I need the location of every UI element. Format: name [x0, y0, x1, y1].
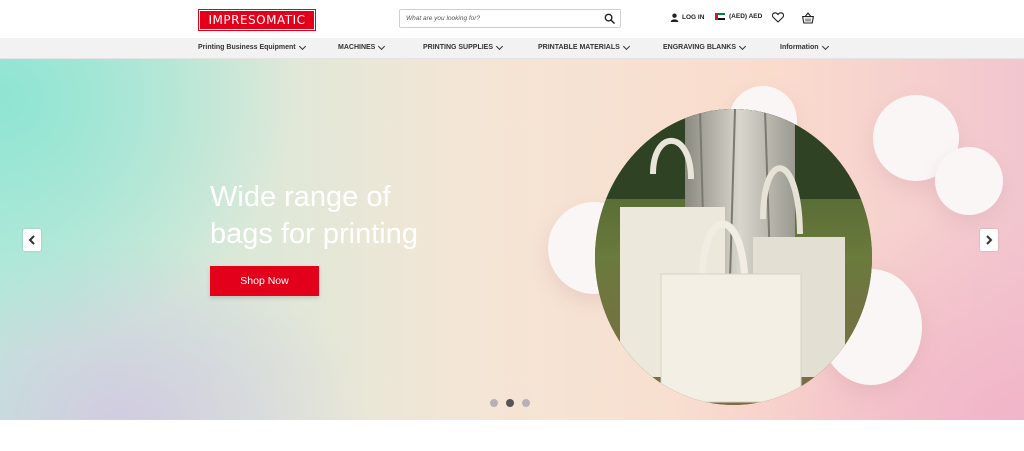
chevron-right-icon	[986, 235, 993, 245]
login-link[interactable]: LOG IN	[670, 13, 704, 22]
search-icon[interactable]	[604, 13, 615, 24]
user-icon	[670, 13, 679, 22]
site-header: IMPRESOMATIC LOG IN (AED) AED	[0, 0, 1024, 38]
chevron-down-icon	[298, 42, 306, 50]
impresomatic-logo[interactable]: IMPRESOMATIC	[199, 10, 315, 30]
slider-next-button[interactable]	[980, 229, 998, 251]
slider-dot[interactable]	[490, 399, 498, 407]
slider-dot[interactable]	[506, 399, 514, 407]
chevron-down-icon	[622, 42, 630, 50]
chevron-down-icon	[738, 42, 747, 50]
hero-title-line2: bags for printing	[210, 218, 418, 250]
main-nav: Printing Business Equipment MACHINES PRI…	[0, 38, 1024, 59]
nav-label: MACHINES	[338, 44, 376, 51]
chevron-down-icon	[378, 42, 386, 50]
shop-now-button[interactable]: Shop Now	[210, 266, 319, 296]
hero-slider: Wide range of bags for printing Shop Now	[0, 59, 1024, 420]
uae-flag-icon	[715, 13, 725, 20]
nav-label: Information	[780, 44, 819, 51]
currency-selector[interactable]: (AED) AED	[715, 13, 762, 20]
slider-dot[interactable]	[522, 399, 530, 407]
slider-prev-button[interactable]	[23, 229, 41, 251]
chevron-down-icon	[821, 42, 829, 50]
nav-label: PRINTING SUPPLIES	[423, 44, 494, 51]
nav-item-printing-supplies[interactable]: PRINTING SUPPLIES	[423, 42, 504, 51]
hero-title: Wide range of bags for printing	[210, 179, 510, 253]
nav-label: Printing Business Equipment	[198, 44, 296, 51]
chevron-left-icon	[28, 235, 35, 245]
currency-label: (AED) AED	[729, 13, 763, 20]
decor-bubble	[935, 147, 1003, 215]
nav-label: ENGRAVING BLANKS	[663, 44, 736, 51]
chevron-down-icon	[495, 42, 504, 50]
hero-title-line1: Wide range of	[210, 181, 391, 213]
nav-item-information[interactable]: Information	[780, 42, 829, 51]
heart-icon[interactable]	[772, 12, 784, 23]
search-box	[399, 9, 621, 28]
nav-item-engraving-blanks[interactable]: ENGRAVING BLANKS	[663, 42, 747, 51]
nav-item-printing-business-equipment[interactable]: Printing Business Equipment	[198, 42, 306, 51]
search-input[interactable]	[406, 11, 596, 26]
nav-item-machines[interactable]: MACHINES	[338, 42, 386, 51]
tote-bags-image	[595, 109, 872, 405]
slider-pagination	[490, 399, 530, 407]
tote-bags-photo	[595, 109, 872, 405]
basket-icon[interactable]	[802, 12, 814, 24]
logo-text: IMPRESOMATIC	[208, 13, 306, 27]
nav-label: PRINTABLE MATERIALS	[538, 44, 620, 51]
nav-item-printable-materials[interactable]: PRINTABLE MATERIALS	[538, 42, 630, 51]
login-label: LOG IN	[682, 14, 705, 21]
